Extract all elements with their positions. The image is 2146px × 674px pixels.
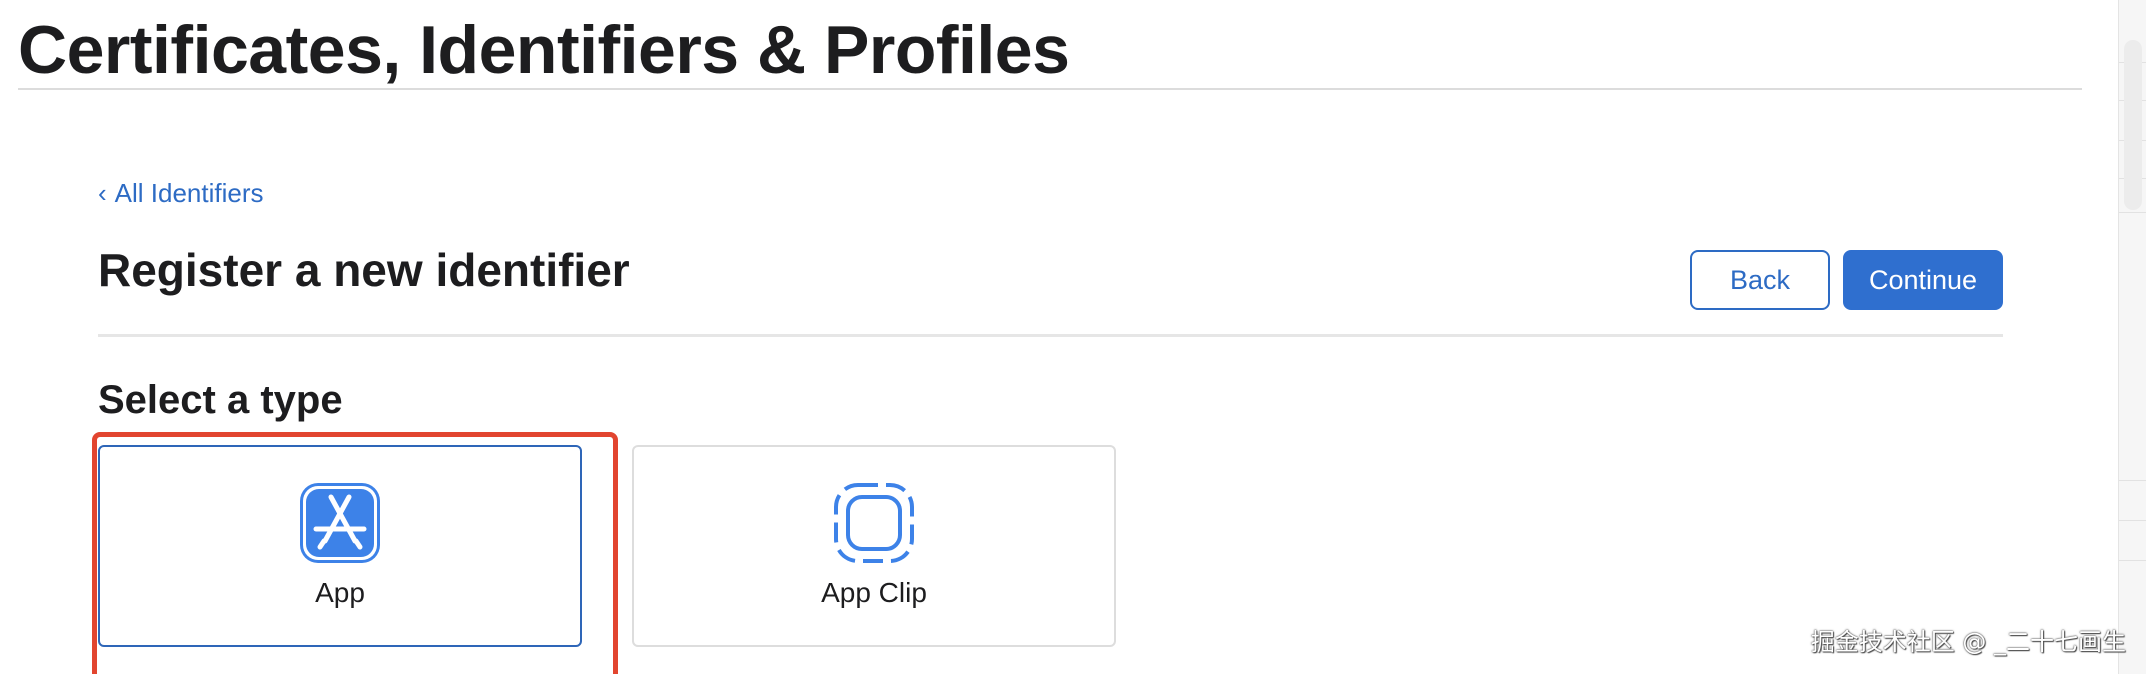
chevron-left-icon: ‹ [98,178,107,208]
breadcrumb-all-identifiers[interactable]: ‹ All Identifiers [98,178,264,209]
header-divider [18,88,2082,90]
continue-button[interactable]: Continue [1843,250,2003,310]
type-option-app[interactable]: App [98,445,582,647]
app-clip-icon [834,483,914,563]
type-option-app-clip-label: App Clip [821,577,927,608]
scrollbar-thumb[interactable] [2124,40,2142,210]
breadcrumb-label: All Identifiers [114,178,264,208]
type-option-app-clip[interactable]: App Clip [632,445,1116,647]
back-button[interactable]: Back [1690,250,1830,310]
watermark-text: 掘金技术社区 @ _二十七画生 [1810,628,2126,656]
page-header-title: Certificates, Identifiers & Profiles [18,12,1070,88]
type-option-app-label: App [315,577,365,608]
select-type-heading: Select a type [98,378,343,422]
page-title: Register a new identifier [98,244,630,296]
app-store-icon [300,483,380,563]
section-divider [98,334,2003,337]
